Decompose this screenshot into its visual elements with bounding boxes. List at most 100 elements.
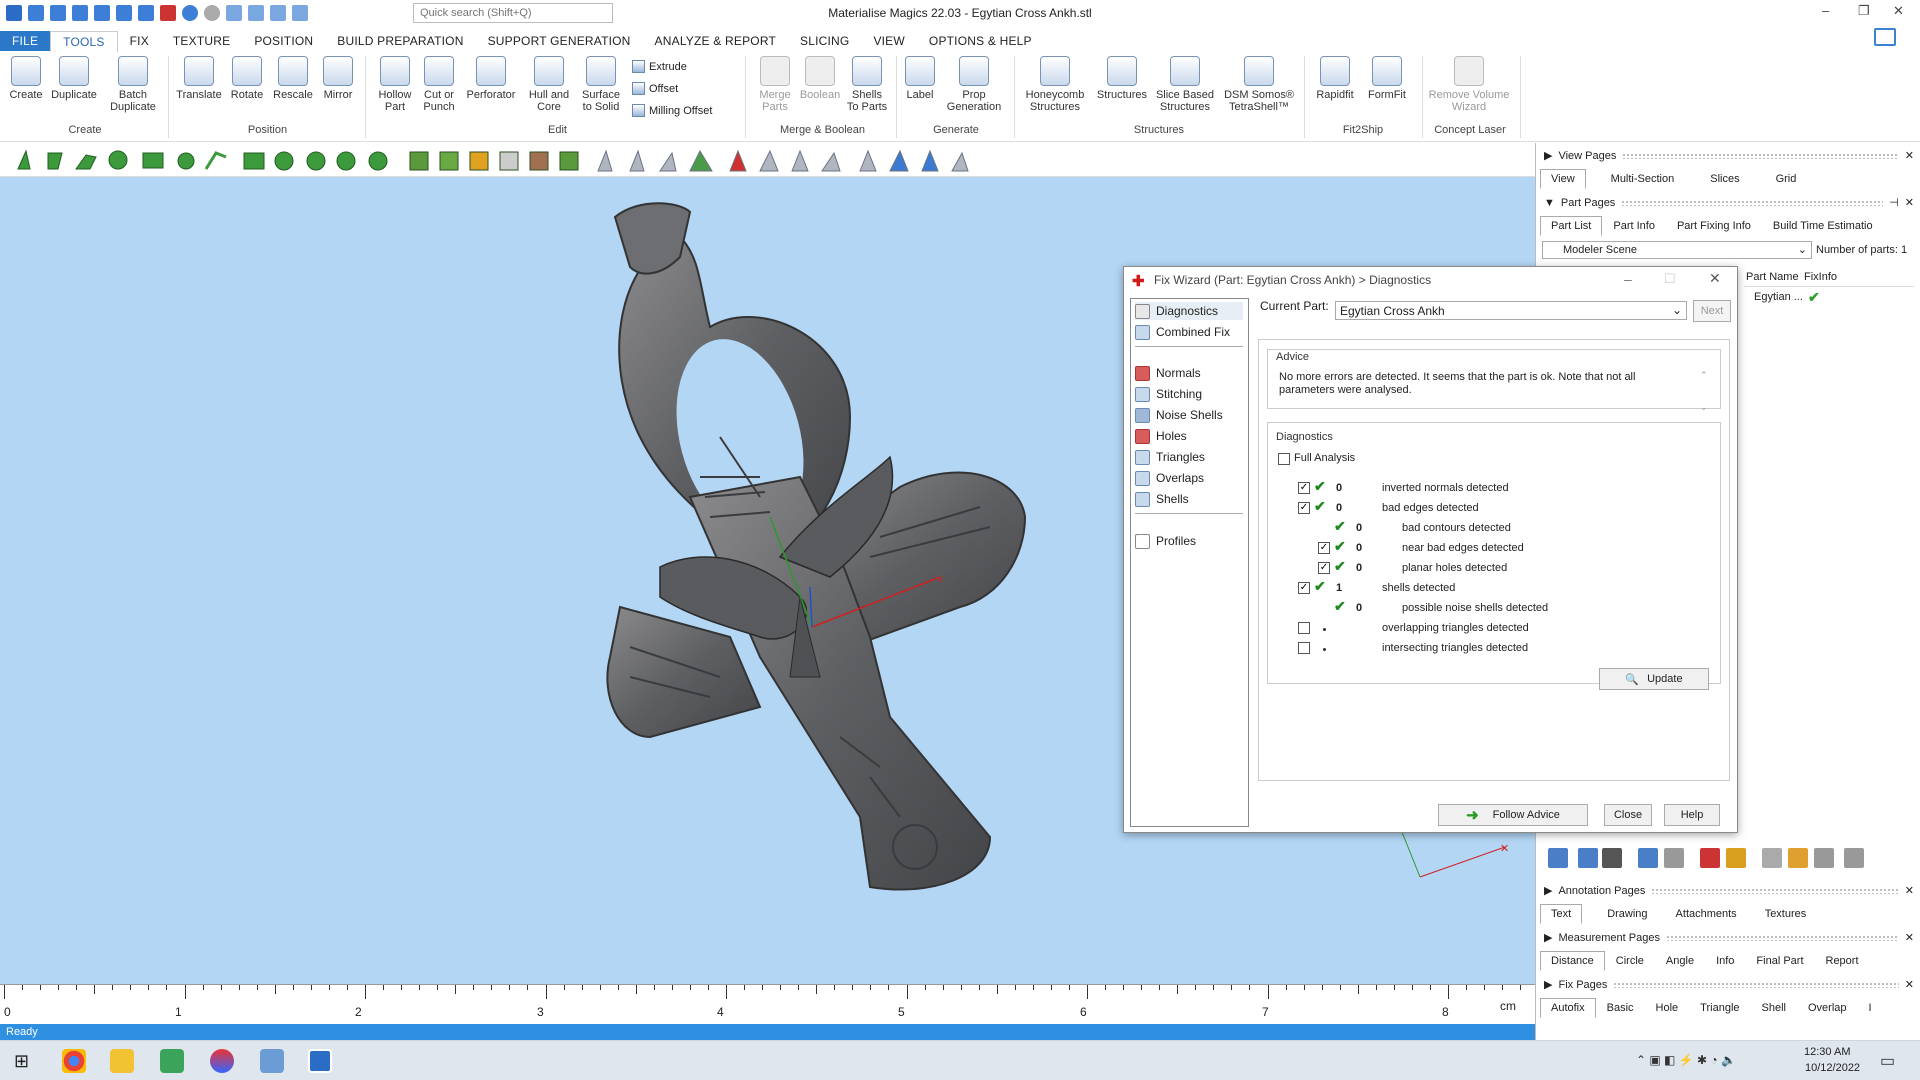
minimize-icon[interactable]: –	[1624, 271, 1632, 287]
tab-distance[interactable]: Distance	[1540, 951, 1605, 971]
scroll-down-icon[interactable]: ⌄	[1700, 402, 1708, 413]
app-icon[interactable]	[210, 1049, 234, 1073]
part-tool-icon[interactable]	[1762, 848, 1782, 868]
rotate-button[interactable]: Rotate	[228, 56, 266, 101]
label-button[interactable]: Label	[902, 56, 938, 101]
minimize-icon[interactable]: –	[1822, 3, 1829, 18]
close-icon[interactable]: ✕	[1905, 884, 1914, 897]
tab-view[interactable]: VIEW	[861, 31, 916, 51]
part-row[interactable]: Egytian ... ✔	[1744, 289, 1914, 307]
expand-icon[interactable]: ▶	[1544, 978, 1552, 991]
scene-dropdown[interactable]: Modeler Scene ⌄	[1542, 241, 1812, 259]
duplicate-button[interactable]: Duplicate	[48, 56, 100, 101]
tab-build-time[interactable]: Build Time Estimatio	[1762, 216, 1884, 236]
part-tool-icon[interactable]	[1602, 848, 1622, 868]
nav-noise-shells[interactable]: Noise Shells	[1135, 406, 1243, 424]
close-icon[interactable]: ✕	[1709, 270, 1721, 287]
help-button[interactable]: Help	[1664, 804, 1720, 826]
hollow-part-button[interactable]: Hollow Part	[372, 56, 418, 113]
planar-holes-checkbox[interactable]: ✓	[1318, 562, 1330, 574]
rapidfit-button[interactable]: Rapidfit	[1310, 56, 1360, 101]
tab-build-preparation[interactable]: BUILD PREPARATION	[325, 31, 475, 51]
tab-part-list[interactable]: Part List	[1540, 216, 1603, 236]
tab-part-fixing-info[interactable]: Part Fixing Info	[1666, 216, 1762, 236]
magics-taskbar-icon[interactable]	[308, 1049, 332, 1073]
slice-based-structures-button[interactable]: Slice Based Structures	[1152, 56, 1218, 113]
boolean-button[interactable]: Boolean	[798, 56, 842, 101]
scroll-up-icon[interactable]: ⌃	[1700, 370, 1708, 381]
part-tool-icon[interactable]	[1726, 848, 1746, 868]
tab-attachments[interactable]: Attachments	[1665, 904, 1748, 924]
inverted-normals-checkbox[interactable]: ✓	[1298, 482, 1310, 494]
create-button[interactable]: Create	[8, 56, 44, 101]
windows-start-icon[interactable]: ⊞	[14, 1051, 29, 1072]
tab-triangle[interactable]: Triangle	[1689, 998, 1750, 1018]
part-tool-icon[interactable]	[1548, 848, 1568, 868]
tab-file[interactable]: FILE	[0, 31, 51, 51]
bad-edges-checkbox[interactable]: ✓	[1298, 502, 1310, 514]
part-pages-header[interactable]: ▼ Part Pages ⊣ ✕	[1544, 196, 1914, 210]
nav-normals[interactable]: Normals	[1135, 364, 1243, 382]
tab-overlap[interactable]: Overlap	[1797, 998, 1858, 1018]
expand-icon[interactable]: ▶	[1544, 931, 1552, 944]
tab-support-generation[interactable]: SUPPORT GENERATION	[476, 31, 643, 51]
extrude-button[interactable]: Extrude	[632, 60, 687, 73]
nav-shells[interactable]: Shells	[1135, 490, 1243, 508]
close-icon[interactable]: ✕	[1905, 931, 1914, 944]
close-icon[interactable]: ✕	[1905, 978, 1914, 991]
follow-advice-button[interactable]: ➜ Follow Advice	[1438, 804, 1588, 826]
surface-to-solid-button[interactable]: Surface to Solid	[578, 56, 624, 113]
shells-to-parts-button[interactable]: Shells To Parts	[844, 56, 890, 113]
tab-tools[interactable]: TOOLS	[50, 30, 118, 52]
nav-stitching[interactable]: Stitching	[1135, 385, 1243, 403]
nav-holes[interactable]: Holes	[1135, 427, 1243, 445]
pin-icon[interactable]: ⊣	[1889, 196, 1899, 209]
fix-pages-header[interactable]: ▶ Fix Pages ✕	[1544, 978, 1914, 992]
tab-slicing[interactable]: SLICING	[788, 31, 861, 51]
tab-slices[interactable]: Slices	[1699, 169, 1750, 189]
tab-text[interactable]: Text	[1540, 904, 1583, 924]
tab-analyze-report[interactable]: ANALYZE & REPORT	[643, 31, 788, 51]
near-bad-edges-checkbox[interactable]: ✓	[1318, 542, 1330, 554]
perforator-button[interactable]: Perforator	[462, 56, 520, 101]
tab-info[interactable]: Info	[1705, 951, 1745, 971]
tab-report[interactable]: Report	[1815, 951, 1870, 971]
tab-grid[interactable]: Grid	[1765, 169, 1808, 189]
merge-parts-button[interactable]: Merge Parts	[752, 56, 798, 113]
translate-button[interactable]: Translate	[174, 56, 224, 101]
tab-textures[interactable]: Textures	[1754, 904, 1818, 924]
tab-final-part[interactable]: Final Part	[1745, 951, 1814, 971]
structures-button[interactable]: Structures	[1094, 56, 1150, 101]
chrome-icon[interactable]	[62, 1049, 86, 1073]
view-pages-header[interactable]: ▶ View Pages ✕	[1544, 149, 1914, 163]
nav-profiles[interactable]: Profiles	[1135, 532, 1243, 550]
nav-overlaps[interactable]: Overlaps	[1135, 469, 1243, 487]
tab-fix[interactable]: FIX	[118, 31, 161, 51]
rescale-button[interactable]: Rescale	[272, 56, 314, 101]
hull-core-button[interactable]: Hull and Core	[522, 56, 576, 113]
annotation-pages-header[interactable]: ▶ Annotation Pages ✕	[1544, 884, 1914, 898]
selection-tools[interactable]	[0, 143, 1000, 177]
remove-volume-wizard-button[interactable]: Remove Volume Wizard	[1426, 56, 1512, 113]
prop-generation-button[interactable]: Prop Generation	[942, 56, 1006, 113]
overlapping-triangles-checkbox[interactable]	[1298, 622, 1310, 634]
batch-duplicate-button[interactable]: Batch Duplicate	[106, 56, 160, 113]
tab-autofix[interactable]: Autofix	[1540, 998, 1596, 1018]
layout-icon[interactable]	[1874, 28, 1896, 46]
tab-view[interactable]: View	[1540, 169, 1586, 189]
tab-angle[interactable]: Angle	[1655, 951, 1705, 971]
intersecting-triangles-checkbox[interactable]	[1298, 642, 1310, 654]
milling-offset-button[interactable]: Milling Offset	[632, 104, 712, 117]
tab-shell[interactable]: Shell	[1751, 998, 1797, 1018]
close-icon[interactable]: ✕	[1893, 3, 1904, 19]
tab-basic[interactable]: Basic	[1596, 998, 1645, 1018]
expand-icon[interactable]: ▶	[1544, 884, 1552, 897]
restore-icon[interactable]: ❐	[1858, 3, 1870, 19]
formfit-button[interactable]: FormFit	[1362, 56, 1412, 101]
tab-position[interactable]: POSITION	[242, 31, 325, 51]
mirror-button[interactable]: Mirror	[318, 56, 358, 101]
part-tool-icon[interactable]	[1844, 848, 1864, 868]
tab-more[interactable]: I	[1858, 998, 1883, 1018]
part-tool-icon[interactable]	[1700, 848, 1720, 868]
cut-punch-button[interactable]: Cut or Punch	[418, 56, 460, 113]
